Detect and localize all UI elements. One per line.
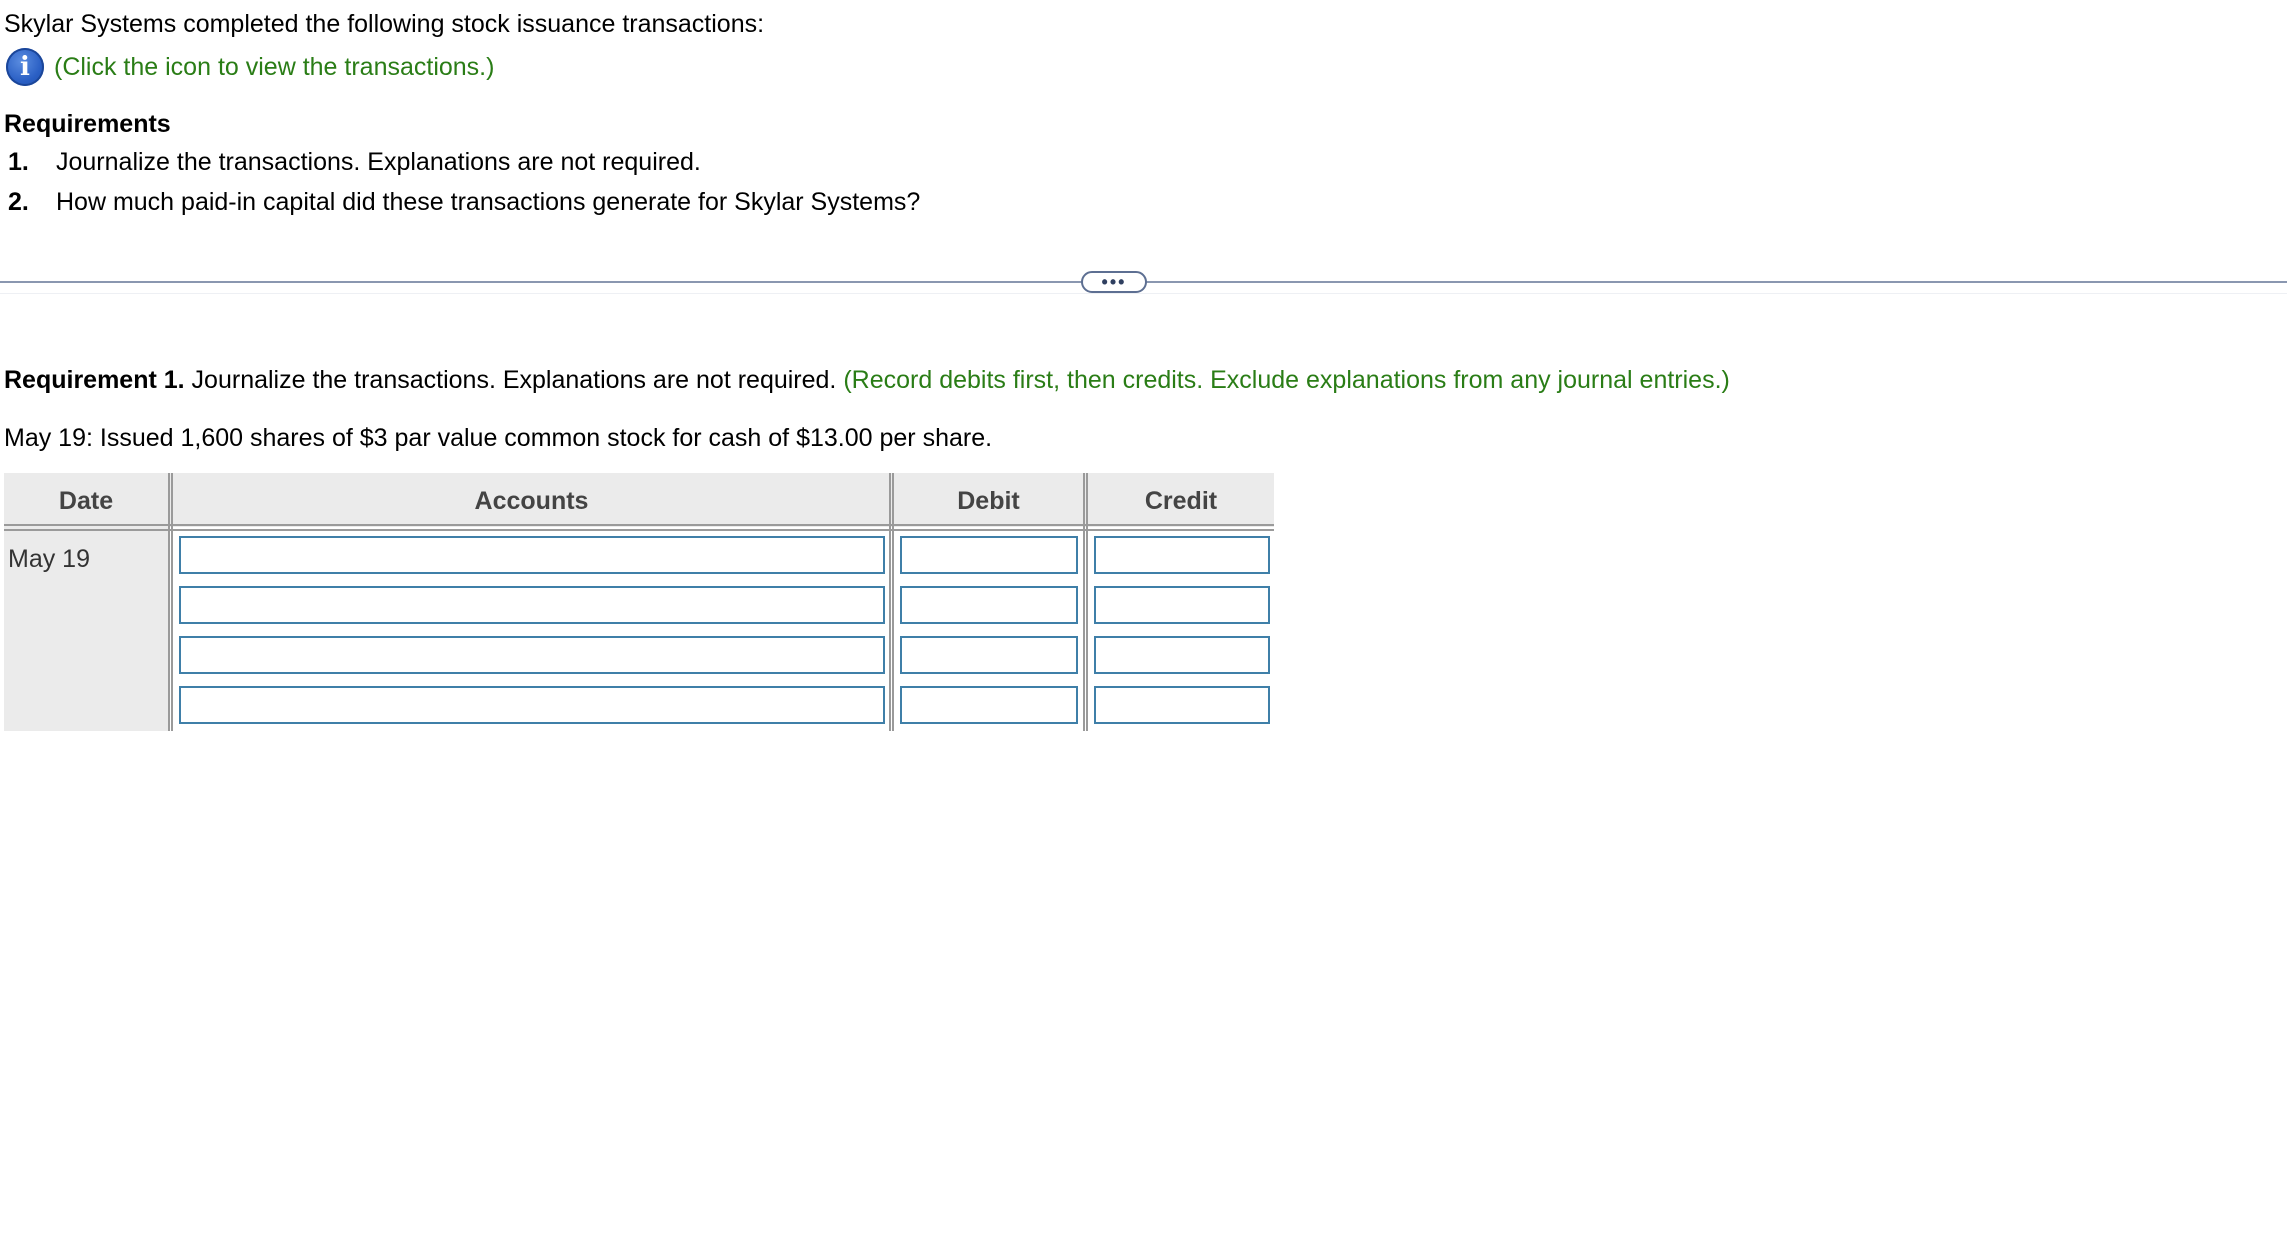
expand-button[interactable]: ••• — [1081, 271, 1147, 293]
requirement-1-label: Requirement 1. — [4, 366, 185, 394]
requirement-item: 1. Journalize the transactions. Explanat… — [8, 146, 920, 186]
header-date: Date — [58, 487, 114, 515]
requirement-text: How much paid-in capital did these trans… — [56, 188, 921, 216]
requirement-number: 2. — [8, 188, 29, 216]
view-transactions-link[interactable]: (Click the icon to view the transactions… — [54, 53, 494, 82]
credit-input[interactable] — [1094, 586, 1270, 624]
header-credit: Credit — [1144, 487, 1218, 515]
debit-input[interactable] — [900, 536, 1078, 574]
requirement-1-text: Journalize the transactions. Explanation… — [184, 366, 844, 394]
intro-text: Skylar Systems completed the following s… — [4, 10, 765, 38]
debit-input[interactable] — [900, 586, 1078, 624]
info-icon[interactable]: i — [6, 48, 44, 86]
credit-input[interactable] — [1094, 636, 1270, 674]
section-divider-shadow — [0, 293, 2287, 294]
account-input[interactable] — [179, 586, 885, 624]
account-input[interactable] — [179, 536, 885, 574]
requirement-item: 2. How much paid-in capital did these tr… — [8, 186, 920, 226]
credit-input[interactable] — [1094, 686, 1270, 724]
page: Skylar Systems completed the following s… — [0, 0, 2287, 1258]
info-row: i (Click the icon to view the transactio… — [6, 48, 494, 86]
column-separator — [168, 473, 173, 731]
account-input[interactable] — [179, 686, 885, 724]
header-debit: Debit — [957, 487, 1020, 515]
requirement-1-hint: (Record debits first, then credits. Excl… — [843, 366, 1730, 394]
requirements-title: Requirements — [4, 110, 171, 138]
requirement-text: Journalize the transactions. Explanation… — [56, 148, 701, 176]
debit-input[interactable] — [900, 686, 1078, 724]
requirements-list: 1. Journalize the transactions. Explanat… — [8, 146, 920, 226]
account-input[interactable] — [179, 636, 885, 674]
journal-table: Date Accounts Debit Credit May 19 — [4, 473, 1274, 731]
header-accounts: Accounts — [474, 487, 589, 515]
entry-date: May 19 — [8, 545, 90, 573]
transaction-description: May 19: Issued 1,600 shares of $3 par va… — [4, 424, 993, 452]
credit-input[interactable] — [1094, 536, 1270, 574]
requirement-1-instructions: Requirement 1. Journalize the transactio… — [4, 364, 1730, 396]
requirement-number: 1. — [8, 148, 29, 176]
debit-input[interactable] — [900, 636, 1078, 674]
